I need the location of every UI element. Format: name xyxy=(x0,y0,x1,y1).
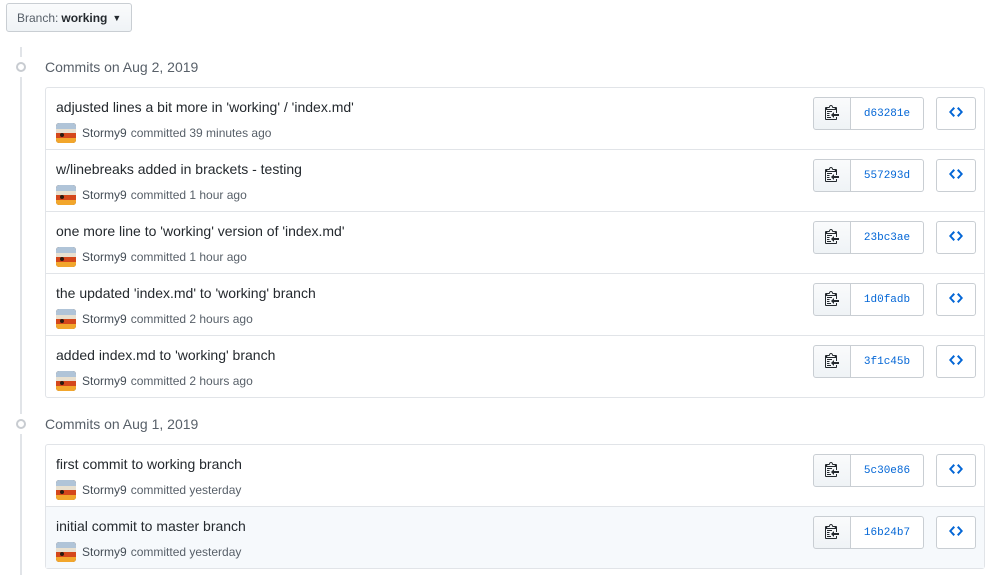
browse-repo-button[interactable] xyxy=(936,345,976,378)
commit-row: the updated 'index.md' to 'working' bran… xyxy=(46,273,984,335)
browse-repo-button[interactable] xyxy=(936,516,976,549)
commit-list: adjusted lines a bit more in 'working' /… xyxy=(45,87,985,398)
commit-sha-link[interactable]: 5c30e86 xyxy=(851,454,924,487)
commit-sha-link[interactable]: 557293d xyxy=(851,159,924,192)
commit-sha-link[interactable]: 1d0fadb xyxy=(851,283,924,316)
commit-message-link[interactable]: first commit to working branch xyxy=(56,456,242,472)
commit-group-date: Commits on Aug 2, 2019 xyxy=(45,59,199,75)
code-icon xyxy=(949,290,963,309)
commit-meta: Stormy9 committed 1 hour ago xyxy=(56,247,247,267)
browse-repo-button[interactable] xyxy=(936,454,976,487)
clippy-icon xyxy=(825,290,839,309)
commit-group-date: Commits on Aug 1, 2019 xyxy=(45,416,199,432)
commit-meta: Stormy9 committed 1 hour ago xyxy=(56,185,247,205)
commit-author-link[interactable]: Stormy9 xyxy=(82,483,127,497)
commit-author-link[interactable]: Stormy9 xyxy=(82,250,127,264)
commit-row: w/linebreaks added in brackets - testing… xyxy=(46,149,984,211)
commit-message-link[interactable]: w/linebreaks added in brackets - testing xyxy=(56,161,302,177)
commit-row: adjusted lines a bit more in 'working' /… xyxy=(46,88,984,149)
commit-sha-link[interactable]: 16b24b7 xyxy=(851,516,924,549)
commit-message-link[interactable]: added index.md to 'working' branch xyxy=(56,347,275,363)
commit-group-header: Commits on Aug 1, 2019 xyxy=(11,414,198,434)
clippy-icon xyxy=(825,352,839,371)
commit-meta: Stormy9 committed yesterday xyxy=(56,542,241,562)
avatar[interactable] xyxy=(56,123,76,143)
commit-row: one more line to 'working' version of 'i… xyxy=(46,211,984,273)
commit-group-header: Commits on Aug 2, 2019 xyxy=(11,57,198,77)
sha-button-group: 3f1c45b xyxy=(813,345,924,378)
avatar[interactable] xyxy=(56,309,76,329)
commit-timeline xyxy=(20,47,22,575)
copy-sha-button[interactable] xyxy=(813,97,851,130)
commit-message-link[interactable]: adjusted lines a bit more in 'working' /… xyxy=(56,99,354,115)
commit-time: committed 1 hour ago xyxy=(130,188,247,202)
avatar[interactable] xyxy=(56,247,76,267)
commit-meta: Stormy9 committed 39 minutes ago xyxy=(56,123,271,143)
commit-sha-link[interactable]: 3f1c45b xyxy=(851,345,924,378)
clippy-icon xyxy=(825,166,839,185)
clippy-icon xyxy=(825,461,839,480)
sha-button-group: 557293d xyxy=(813,159,924,192)
browse-repo-button[interactable] xyxy=(936,221,976,254)
commit-row: first commit to working branch Stormy9 com… xyxy=(46,445,984,506)
commit-sha-link[interactable]: d63281e xyxy=(851,97,924,130)
commit-message-link[interactable]: the updated 'index.md' to 'working' bran… xyxy=(56,285,316,301)
commit-time: committed 2 hours ago xyxy=(130,374,253,388)
commit-meta: Stormy9 committed 2 hours ago xyxy=(56,371,253,391)
code-icon xyxy=(949,352,963,371)
copy-sha-button[interactable] xyxy=(813,516,851,549)
commit-author-link[interactable]: Stormy9 xyxy=(82,545,127,559)
clippy-icon xyxy=(825,228,839,247)
commit-author-link[interactable]: Stormy9 xyxy=(82,126,127,140)
commit-time: committed 1 hour ago xyxy=(130,250,247,264)
commit-row: initial commit to master branch Stormy9 co… xyxy=(46,506,984,568)
avatar[interactable] xyxy=(56,480,76,500)
sha-button-group: 5c30e86 xyxy=(813,454,924,487)
caret-down-icon: ▼ xyxy=(112,12,122,23)
commit-sha-link[interactable]: 23bc3ae xyxy=(851,221,924,254)
branch-select-button[interactable]: Branch: working ▼ xyxy=(6,3,133,32)
code-icon xyxy=(949,461,963,480)
commit-row: added index.md to 'working' branch Stormy… xyxy=(46,335,984,397)
sha-button-group: 16b24b7 xyxy=(813,516,924,549)
clippy-icon xyxy=(825,104,839,123)
commit-message-link[interactable]: one more line to 'working' version of 'i… xyxy=(56,223,345,239)
commit-author-link[interactable]: Stormy9 xyxy=(82,188,127,202)
sha-button-group: d63281e xyxy=(813,97,924,130)
sha-button-group: 1d0fadb xyxy=(813,283,924,316)
browse-repo-button[interactable] xyxy=(936,97,976,130)
avatar[interactable] xyxy=(56,185,76,205)
copy-sha-button[interactable] xyxy=(813,159,851,192)
git-commit-icon xyxy=(11,414,31,434)
commit-list: first commit to working branch Stormy9 com… xyxy=(45,444,985,569)
commit-time: committed yesterday xyxy=(130,545,242,559)
copy-sha-button[interactable] xyxy=(813,283,851,316)
code-icon xyxy=(949,523,963,542)
commit-time: committed yesterday xyxy=(130,483,242,497)
copy-sha-button[interactable] xyxy=(813,221,851,254)
browse-repo-button[interactable] xyxy=(936,283,976,316)
branch-name: working xyxy=(61,10,108,25)
commit-meta: Stormy9 committed 2 hours ago xyxy=(56,309,253,329)
branch-label: Branch: xyxy=(17,10,59,25)
clippy-icon xyxy=(825,523,839,542)
commit-meta: Stormy9 committed yesterday xyxy=(56,480,241,500)
commit-author-link[interactable]: Stormy9 xyxy=(82,374,127,388)
commit-author-link[interactable]: Stormy9 xyxy=(82,312,127,326)
code-icon xyxy=(949,166,963,185)
git-commit-icon xyxy=(11,57,31,77)
commit-message-link[interactable]: initial commit to master branch xyxy=(56,518,246,534)
avatar[interactable] xyxy=(56,371,76,391)
commit-time: committed 2 hours ago xyxy=(130,312,253,326)
commit-time: committed 39 minutes ago xyxy=(130,126,272,140)
browse-repo-button[interactable] xyxy=(936,159,976,192)
copy-sha-button[interactable] xyxy=(813,345,851,378)
code-icon xyxy=(949,228,963,247)
avatar[interactable] xyxy=(56,542,76,562)
code-icon xyxy=(949,104,963,123)
copy-sha-button[interactable] xyxy=(813,454,851,487)
sha-button-group: 23bc3ae xyxy=(813,221,924,254)
